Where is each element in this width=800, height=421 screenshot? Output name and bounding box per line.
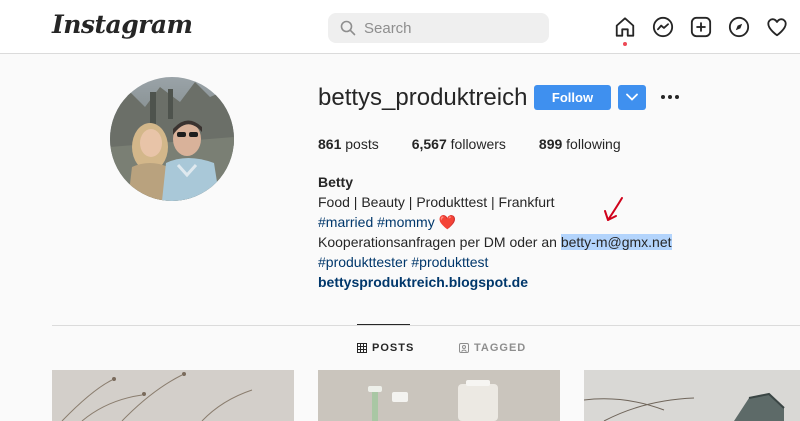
profile-website-link[interactable]: bettysproduktreich.blogspot.de (318, 272, 672, 292)
following-stat[interactable]: 899 following (539, 136, 621, 152)
posts-label: posts (345, 136, 379, 152)
tagged-person-icon (459, 343, 469, 353)
home-active-indicator (623, 42, 627, 46)
tab-tagged[interactable]: TAGGED (459, 342, 526, 354)
suggested-accounts-dropdown-button[interactable] (618, 85, 646, 110)
messenger-icon[interactable] (652, 16, 674, 38)
bio-cooperation-line: Kooperationsanfragen per DM oder an bett… (318, 232, 672, 252)
top-navigation-bar: Instagram (0, 0, 800, 54)
posts-count: 861 (318, 136, 342, 152)
followers-label: followers (450, 136, 506, 152)
chevron-down-icon (626, 93, 638, 101)
profile-tabs-divider (52, 325, 800, 326)
search-icon (340, 20, 356, 36)
post-thumbnail[interactable] (584, 370, 800, 421)
search-input[interactable] (364, 13, 544, 43)
heart-emoji-icon: ❤️ (438, 214, 457, 230)
post-thumbnail[interactable] (318, 370, 560, 421)
new-post-icon[interactable] (690, 16, 712, 38)
profile-stats: 861 posts 6,567 followers 899 following (318, 136, 654, 152)
profile-display-name: Betty (318, 174, 354, 190)
activity-heart-icon[interactable] (766, 16, 788, 38)
followers-stat[interactable]: 6,567 followers (412, 136, 506, 152)
following-label: following (566, 136, 621, 152)
tab-posts[interactable]: POSTS (357, 342, 414, 354)
followers-count: 6,567 (411, 136, 447, 152)
explore-icon[interactable] (728, 16, 750, 38)
search-box[interactable] (328, 13, 549, 43)
profile-avatar[interactable] (110, 77, 234, 201)
instagram-logo[interactable]: Instagram (52, 10, 193, 39)
active-tab-indicator (357, 324, 410, 325)
follow-button[interactable]: Follow (534, 85, 611, 110)
tab-posts-label: POSTS (372, 342, 415, 354)
posts-stat: 861 posts (318, 136, 379, 152)
home-icon[interactable] (614, 16, 636, 38)
bio-hashtags-produkttester[interactable]: #produkttester #produkttest (318, 252, 672, 272)
tab-tagged-label: TAGGED (474, 342, 527, 354)
bio-cooperation-text: Kooperationsanfragen per DM oder an (318, 234, 561, 250)
bio-hashtags-married-mommy[interactable]: #married #mommy (318, 214, 435, 230)
post-thumbnail[interactable] (52, 370, 294, 421)
following-count: 899 (538, 136, 563, 152)
profile-username: bettys_produktreich (318, 84, 528, 111)
red-annotation-arrow-icon (604, 197, 623, 221)
grid-icon (357, 343, 367, 353)
profile-bio: Betty Food | Beauty | Produkttest | Fran… (318, 172, 672, 292)
bio-email-highlighted: betty-m@gmx.net (560, 234, 672, 250)
more-options-icon[interactable] (659, 87, 681, 107)
